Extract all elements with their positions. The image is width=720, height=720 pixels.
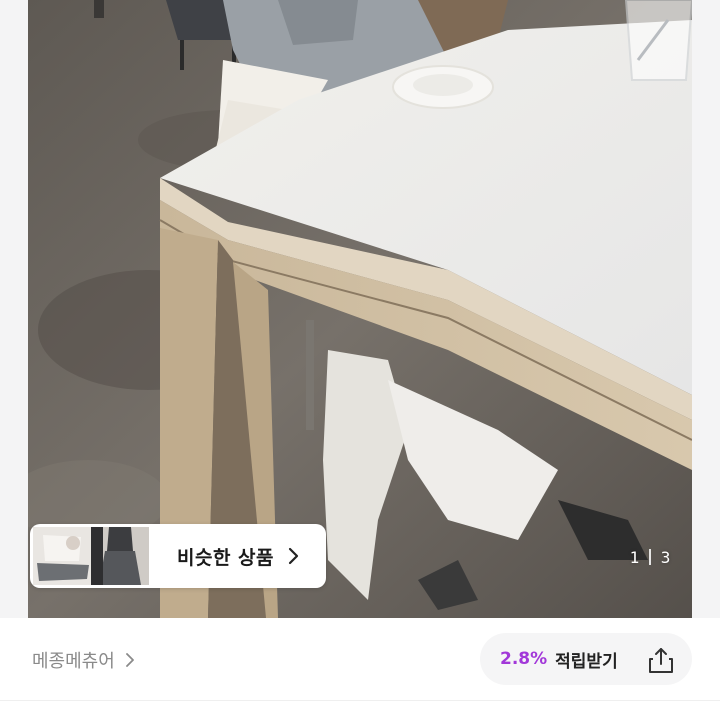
chevron-right-icon	[125, 652, 135, 668]
similar-product-thumbnail	[91, 527, 149, 585]
store-name-link[interactable]: 메종메츄어	[32, 647, 135, 673]
reward-rate: 2.8%	[500, 649, 548, 669]
similar-products-button[interactable]: 비슷한 상품	[30, 524, 326, 588]
chevron-right-icon	[288, 547, 300, 565]
similar-products-label: 비슷한 상품	[177, 546, 275, 569]
image-page-counter: 1 3	[614, 539, 686, 575]
reward-button[interactable]: 2.8% 적립받기	[480, 633, 692, 685]
page-counter-divider	[649, 549, 651, 565]
similar-product-thumbnail	[33, 527, 91, 585]
share-icon[interactable]	[646, 645, 676, 679]
store-name: 메종메츄어	[32, 651, 115, 672]
total-image-count: 3	[660, 547, 671, 567]
reward-label: 적립받기	[555, 651, 618, 672]
section-divider	[0, 700, 720, 701]
product-image-carousel[interactable]: 비슷한 상품 1 3	[0, 0, 720, 618]
current-image-index: 1	[629, 547, 640, 567]
